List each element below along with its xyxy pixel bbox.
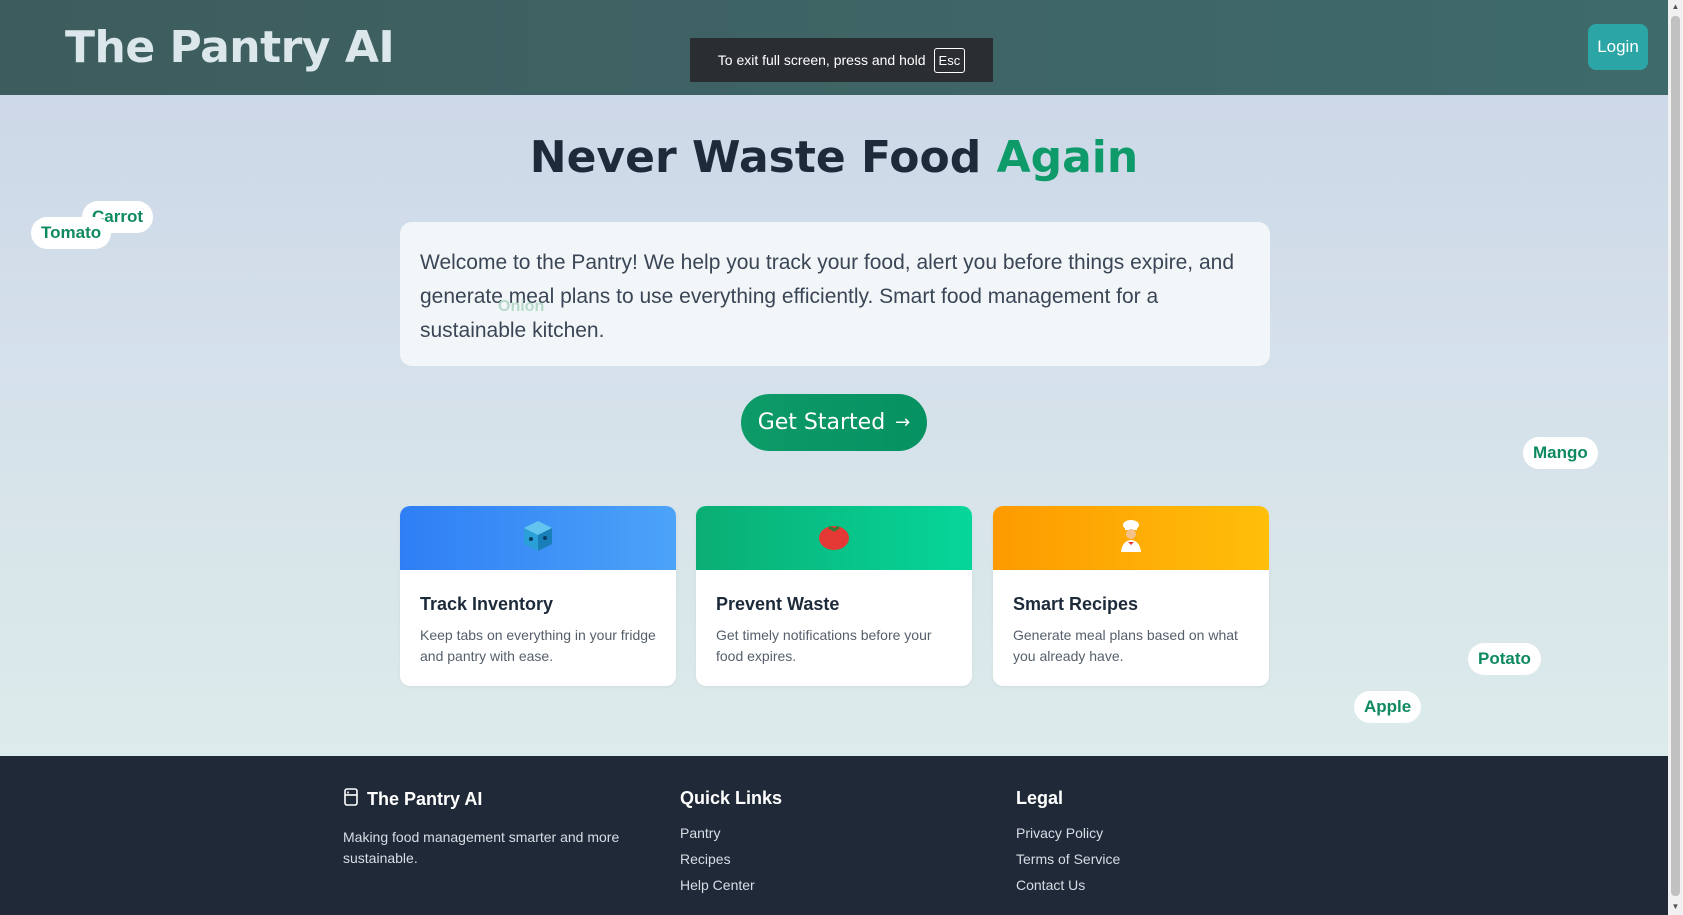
welcome-message-box: Welcome to the Pantry! We help you track… (400, 222, 1270, 366)
hero-title: Never Waste Food Again (0, 132, 1668, 183)
hero-title-main: Never Waste Food (529, 132, 997, 183)
footer-link-pantry[interactable]: Pantry (680, 825, 782, 841)
footer-brand-column: The Pantry AI Making food management sma… (343, 788, 633, 869)
footer-link-privacy-policy[interactable]: Privacy Policy (1016, 825, 1120, 841)
footer-legal-column: Legal Privacy Policy Terms of Service Co… (1016, 788, 1120, 903)
footer-quick-links-column: Quick Links Pantry Recipes Help Center (680, 788, 782, 903)
feature-title: Track Inventory (420, 594, 554, 614)
feature-card-track-inventory: Track Inventory Keep tabs on everything … (400, 506, 676, 686)
feature-title: Smart Recipes (1013, 594, 1139, 614)
fullscreen-toast-text: To exit full screen, press and hold (717, 52, 926, 68)
site-footer (0, 756, 1668, 915)
feature-card-smart-recipes: Smart Recipes Generate meal plans based … (993, 506, 1269, 686)
legal-heading: Legal (1016, 788, 1064, 808)
floating-tag-potato: Potato (1468, 643, 1541, 675)
feature-description: Keep tabs on everything in your fridge a… (420, 627, 656, 664)
feature-description: Generate meal plans based on what you al… (1013, 627, 1238, 664)
feature-description: Get timely notifications before your foo… (716, 627, 932, 664)
arrow-right-icon: → (895, 412, 911, 433)
chef-icon (1114, 519, 1148, 558)
login-button[interactable]: Login (1588, 24, 1648, 70)
feature-card-prevent-waste: Prevent Waste Get timely notifications b… (696, 506, 972, 686)
esc-key-badge: Esc (933, 47, 966, 73)
floating-tag-mango: Mango (1523, 437, 1598, 469)
scroll-down-arrow-icon[interactable]: ▼ (1671, 902, 1680, 912)
floating-tag-onion: Onion (498, 298, 545, 315)
brand-logo-text[interactable]: The Pantry AI (65, 22, 395, 73)
footer-link-contact-us[interactable]: Contact Us (1016, 877, 1120, 893)
box-icon (521, 519, 555, 558)
footer-tagline: Making food management smarter and more … (343, 829, 620, 866)
footer-link-recipes[interactable]: Recipes (680, 851, 782, 867)
footer-link-help-center[interactable]: Help Center (680, 877, 782, 893)
quick-links-heading: Quick Links (680, 788, 783, 808)
get-started-label: Get Started (757, 410, 886, 435)
tomato-icon (817, 519, 851, 558)
floating-tag-tomato: Tomato (31, 217, 112, 249)
footer-brand-name: The Pantry AI (367, 789, 483, 809)
scroll-up-arrow-icon[interactable]: ▲ (1671, 2, 1680, 12)
feature-title: Prevent Waste (716, 594, 840, 614)
get-started-button[interactable]: Get Started → (741, 394, 927, 451)
scrollbar-thumb[interactable] (1671, 16, 1680, 896)
fullscreen-exit-toast: To exit full screen, press and hold Esc (690, 38, 993, 82)
pantry-icon (343, 788, 359, 811)
floating-tag-apple: Apple (1354, 691, 1422, 723)
footer-link-terms-of-service[interactable]: Terms of Service (1016, 851, 1120, 867)
hero-title-accent: Again (996, 132, 1139, 183)
